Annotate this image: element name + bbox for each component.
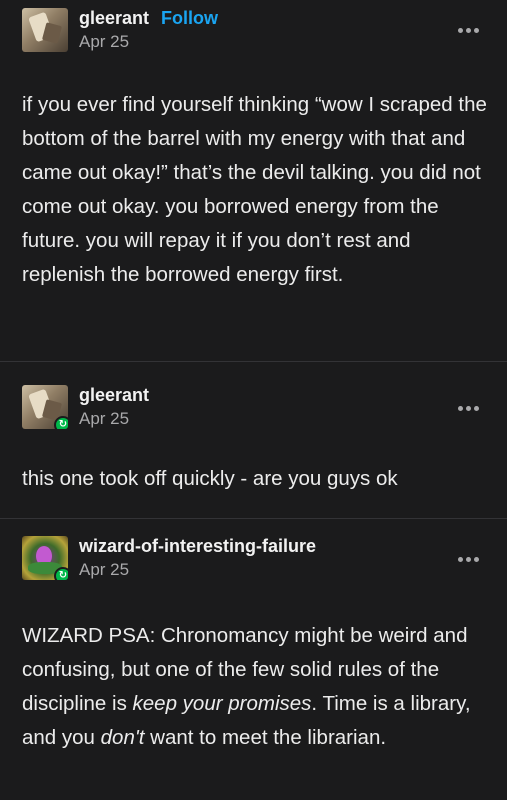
emphasis-text: keep your promises xyxy=(132,692,312,715)
emphasis-text: don't xyxy=(100,726,145,749)
username-link[interactable]: wizard-of-interesting-failure xyxy=(79,536,316,557)
body-text: want to meet the librarian. xyxy=(144,726,387,749)
post-meta: wizard-of-interesting-failure Apr 25 xyxy=(79,536,316,580)
avatar[interactable]: ↻ xyxy=(22,536,68,580)
reblog-icon: ↻ xyxy=(54,416,68,429)
post-meta: gleerant Follow Apr 25 xyxy=(79,8,218,52)
post-body: if you ever find yourself thinking “wow … xyxy=(22,93,487,286)
post-header: ↻ wizard-of-interesting-failure Apr 25 xyxy=(22,528,316,588)
post: ↻ gleerant Apr 25 this one took off quic… xyxy=(0,361,507,518)
post-body: this one took off quickly - are you guys… xyxy=(22,467,398,490)
post-date[interactable]: Apr 25 xyxy=(79,32,218,52)
post-date[interactable]: Apr 25 xyxy=(79,560,316,580)
post-body: WIZARD PSA: Chronomancy might be weird a… xyxy=(22,619,492,755)
follow-button[interactable]: Follow xyxy=(161,8,218,29)
avatar[interactable]: ↻ xyxy=(22,385,68,429)
username-link[interactable]: gleerant xyxy=(79,385,149,406)
reblog-icon: ↻ xyxy=(54,567,68,580)
username-link[interactable]: gleerant xyxy=(79,8,149,29)
more-options-icon[interactable] xyxy=(454,24,483,37)
more-options-icon[interactable] xyxy=(454,553,483,566)
post: ↻ wizard-of-interesting-failure Apr 25 W… xyxy=(0,518,507,800)
avatar[interactable] xyxy=(22,8,68,52)
post-header: gleerant Follow Apr 25 xyxy=(22,0,218,60)
post-date[interactable]: Apr 25 xyxy=(79,409,149,429)
post-header: ↻ gleerant Apr 25 xyxy=(22,377,149,437)
more-options-icon[interactable] xyxy=(454,402,483,415)
post: gleerant Follow Apr 25 if you ever find … xyxy=(0,0,507,361)
post-meta: gleerant Apr 25 xyxy=(79,385,149,429)
